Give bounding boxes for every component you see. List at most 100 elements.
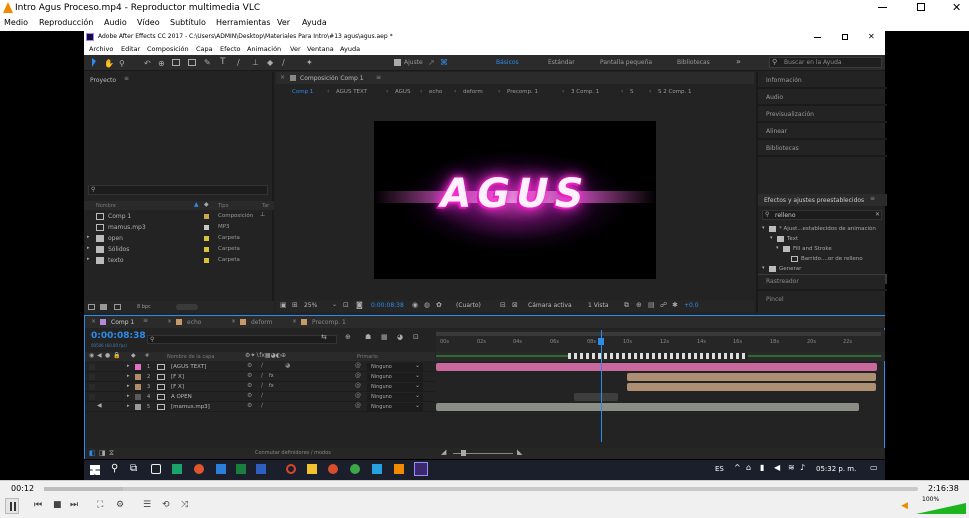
- taskbar-app-icon[interactable]: [151, 464, 161, 474]
- shy-switch-icon[interactable]: ⚙: [247, 372, 252, 379]
- menu-video[interactable]: Vídeo: [137, 18, 160, 27]
- taskbar-app-icon[interactable]: [328, 464, 338, 474]
- tracker-panel-tab[interactable]: Rastreador: [766, 278, 799, 285]
- zoom-select[interactable]: 25%: [304, 302, 317, 309]
- effects-search-input[interactable]: ⚲ relleno ✕: [762, 210, 882, 220]
- layer-name[interactable]: [AGUS TEXT]: [171, 364, 241, 370]
- close-icon[interactable]: ✕: [952, 1, 961, 14]
- expand-arrow-icon[interactable]: ▸: [87, 234, 90, 240]
- breadcrumb-item[interactable]: echo: [429, 89, 442, 95]
- volume-tray-icon[interactable]: ♪: [800, 463, 805, 472]
- menu-audio[interactable]: Audio: [104, 18, 127, 27]
- work-area-bar[interactable]: [436, 332, 881, 336]
- parent-pickwhip-icon[interactable]: @: [355, 382, 361, 389]
- always-preview-icon[interactable]: ▣: [280, 301, 287, 309]
- taskbar-app-icon[interactable]: [350, 464, 360, 474]
- windows-start-icon[interactable]: [90, 465, 100, 475]
- task-view-icon[interactable]: ⧉: [130, 463, 137, 474]
- mask-visibility-icon[interactable]: ◙: [356, 301, 363, 309]
- layer-name[interactable]: A OPEN: [171, 394, 241, 400]
- effects-tree-item[interactable]: ▾ Text: [758, 234, 887, 244]
- help-search-input[interactable]: ⚲ Buscar en la Ayuda: [769, 57, 882, 68]
- expand-arrow-icon[interactable]: ▸: [87, 245, 90, 251]
- pan-behind-tool-icon[interactable]: [172, 59, 180, 66]
- snap-options-icon[interactable]: ⌘: [440, 58, 448, 67]
- workspace-overflow-icon[interactable]: »: [736, 57, 741, 66]
- layer-duration-bar[interactable]: [627, 373, 876, 381]
- panel-menu-icon[interactable]: ≡: [143, 317, 148, 324]
- play-pause-button[interactable]: [5, 498, 19, 514]
- video-toggle[interactable]: [89, 384, 95, 390]
- clone-stamp-tool-icon[interactable]: ⊥: [252, 58, 259, 67]
- clear-search-icon[interactable]: ✕: [875, 211, 880, 218]
- expand-arrow-icon[interactable]: ▸: [127, 383, 130, 389]
- panel-menu-icon[interactable]: ≡: [870, 195, 875, 202]
- flowchart-icon[interactable]: ☍: [660, 301, 667, 309]
- menu-herramientas[interactable]: Herramientas: [216, 18, 271, 27]
- effects-tree-item[interactable]: ▾ * Ajust...establecidos de animación: [758, 224, 887, 234]
- project-panel-title[interactable]: Proyecto: [90, 77, 116, 84]
- right-panel-tab[interactable]: Bibliotecas: [758, 140, 887, 157]
- layer-name[interactable]: [F X]: [171, 384, 241, 390]
- taskbar-app-icon[interactable]: [372, 464, 382, 474]
- shy-switch-icon[interactable]: ⚙: [247, 382, 252, 389]
- expand-arrow-icon[interactable]: ▸: [127, 393, 130, 399]
- close-tab-icon[interactable]: ×: [91, 318, 96, 325]
- in-out-icon[interactable]: ⧖: [109, 449, 114, 458]
- shy-layers-icon[interactable]: ☗: [365, 333, 371, 341]
- timeline-timecode[interactable]: 0:00:08:38: [91, 331, 146, 341]
- wifi-icon[interactable]: ≋: [788, 463, 795, 472]
- right-panel-tab[interactable]: Información: [758, 72, 887, 89]
- parent-pickwhip-icon[interactable]: @: [355, 372, 361, 379]
- ae-minimize-icon[interactable]: [814, 37, 821, 38]
- close-tab-icon[interactable]: ×: [167, 318, 172, 325]
- breadcrumb-item[interactable]: S: [630, 89, 634, 95]
- timeline-tab[interactable]: × Comp 1 ≡: [91, 316, 161, 328]
- effects-tree-item[interactable]: ▾ Generar: [758, 264, 887, 274]
- video-toggle[interactable]: [89, 394, 95, 400]
- layer-name[interactable]: [mamus.mp3]: [171, 404, 241, 410]
- rotate-tool-icon[interactable]: ↶: [144, 59, 151, 68]
- parent-select[interactable]: Ninguno ⌄: [367, 382, 423, 391]
- breadcrumb-item[interactable]: S 2 Comp. 1: [658, 89, 692, 95]
- playlist-button[interactable]: ☰: [143, 500, 151, 510]
- motion-blur-switch-icon[interactable]: ◕: [285, 362, 290, 369]
- layer-row[interactable]: ▸ 2 [F X] ⚙ ∕ fx @ Ninguno ⌄: [85, 372, 435, 382]
- ae-menu-ventana[interactable]: Ventana: [307, 45, 334, 53]
- panel-menu-icon[interactable]: ≡: [124, 75, 129, 82]
- expand-arrow-icon[interactable]: ▾: [776, 245, 779, 251]
- effects-tree-item[interactable]: ▾ Fill and Stroke: [758, 244, 887, 254]
- type-tool-icon[interactable]: T: [220, 57, 226, 67]
- snapshot-icon[interactable]: ◉: [412, 301, 418, 309]
- transfer-controls-icon[interactable]: ◨: [99, 449, 106, 457]
- label-color-swatch[interactable]: [135, 384, 141, 390]
- close-tab-icon[interactable]: ×: [280, 74, 285, 81]
- playhead[interactable]: [601, 330, 602, 442]
- extended-settings-button[interactable]: ⚙: [116, 500, 124, 510]
- battery-icon[interactable]: ▮: [760, 463, 764, 472]
- region-of-interest-icon[interactable]: ⊞: [292, 301, 298, 309]
- brush-tool-icon[interactable]: ∕: [237, 58, 240, 67]
- expand-arrow-icon[interactable]: ▸: [127, 403, 130, 409]
- right-panel-tab[interactable]: Previsualización: [758, 106, 887, 123]
- graph-editor-icon[interactable]: ⊡: [413, 333, 419, 341]
- ae-menu-ver[interactable]: Ver: [290, 45, 301, 53]
- pen-tool-icon[interactable]: ✎: [204, 58, 211, 67]
- video-toggle[interactable]: [89, 364, 95, 370]
- parent-pickwhip-icon[interactable]: @: [355, 362, 361, 369]
- keyframe-markers[interactable]: [568, 353, 748, 359]
- workspace-estandar[interactable]: Estándar: [548, 59, 575, 66]
- frame-blending-icon[interactable]: ▦: [381, 333, 388, 341]
- quality-switch-icon[interactable]: ∕: [261, 372, 263, 379]
- taskbar-after-effects-icon[interactable]: [414, 462, 428, 476]
- speaker-icon[interactable]: ◀: [774, 463, 780, 472]
- composition-viewer[interactable]: AGUS: [374, 121, 656, 279]
- breadcrumb-item[interactable]: 3 Comp. 1: [571, 89, 599, 95]
- selection-tool-icon[interactable]: [92, 58, 96, 67]
- snap-icon[interactable]: ↗: [428, 58, 435, 67]
- time-ruler[interactable]: 00s 02s 04s 06s 08s 10s 12s 14s 16s 18s 20s 22s: [436, 330, 885, 352]
- layer-row[interactable]: ▸ 4 A OPEN ⚙ ∕ @ Ninguno ⌄: [85, 392, 435, 402]
- playhead-handle[interactable]: [598, 338, 604, 345]
- ae-close-icon[interactable]: ✕: [868, 32, 875, 41]
- project-zoom-slider[interactable]: [176, 304, 198, 310]
